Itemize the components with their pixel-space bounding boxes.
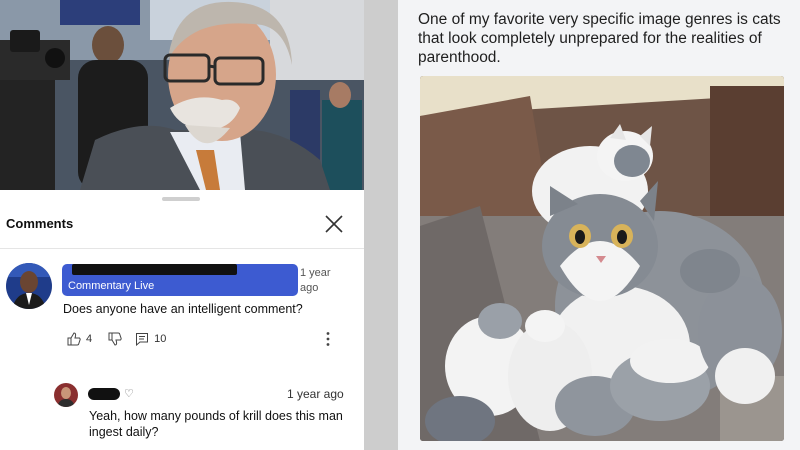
video-player[interactable] <box>0 0 364 190</box>
like-button[interactable]: 4 <box>67 332 92 346</box>
reply-avatar-image <box>54 383 78 407</box>
like-count: 4 <box>86 333 93 345</box>
reply-timestamp: 1 year ago <box>287 387 344 401</box>
comment-actions: 4 10 <box>67 331 166 347</box>
thumbs-up-icon <box>67 332 81 346</box>
comments-title: Comments <box>6 216 74 231</box>
reply-author-redaction <box>88 388 120 400</box>
close-button[interactable] <box>322 212 346 236</box>
more-options-button[interactable] <box>321 330 335 348</box>
thumbs-down-icon <box>108 332 122 346</box>
avatar-image <box>6 263 52 309</box>
reply-avatar[interactable] <box>54 383 78 407</box>
social-post: One of my favorite very specific image g… <box>398 0 800 450</box>
comments-sheet: Comments Commentary Live 1 year ago Does… <box>0 190 364 450</box>
cats-photo-image <box>420 76 784 441</box>
comment-timestamp: 1 year ago <box>300 267 331 294</box>
author-channel-label[interactable]: Commentary Live <box>68 280 154 292</box>
reply-text: Yeah, how many pounds of krill does this… <box>89 409 343 439</box>
commenter-avatar[interactable] <box>6 263 52 309</box>
more-vertical-icon <box>326 332 330 346</box>
post-photo[interactable] <box>420 76 784 441</box>
video-frame-image <box>0 0 364 190</box>
reply-button[interactable]: 10 <box>135 332 166 346</box>
creator-heart-icon: ♡ <box>124 388 134 400</box>
reply-icon <box>136 333 149 346</box>
comments-screenshot: Comments Commentary Live 1 year ago Does… <box>0 0 364 450</box>
dislike-button[interactable] <box>108 332 122 346</box>
comment-text: Does anyone have an intelligent comment? <box>63 302 303 316</box>
author-name-black-redaction <box>72 264 237 275</box>
drag-handle[interactable] <box>162 197 200 201</box>
sheet-divider <box>0 248 364 249</box>
post-caption: One of my favorite very specific image g… <box>418 11 781 66</box>
panel-separator <box>364 0 398 450</box>
reply-count: 10 <box>154 333 167 345</box>
close-icon <box>325 215 343 233</box>
